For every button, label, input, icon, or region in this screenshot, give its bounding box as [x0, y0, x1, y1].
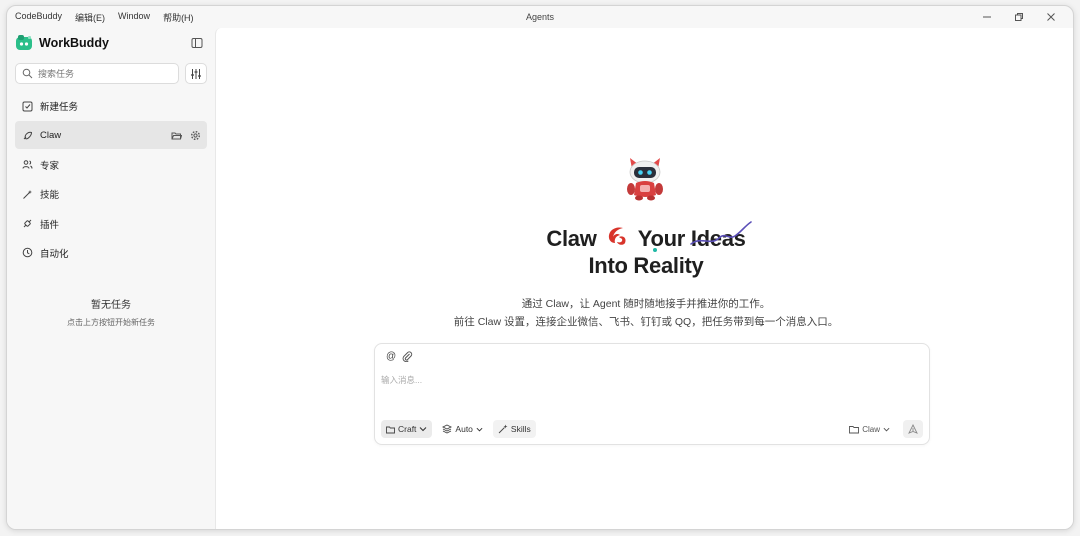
sidebar-item-plugins[interactable]: 插件: [15, 210, 207, 238]
hero-description-1: 通过 Claw，让 Agent 随时随地接手并推进你的工作。: [521, 298, 771, 310]
search-icon: [22, 68, 33, 79]
minimize-button[interactable]: [971, 6, 1003, 28]
restore-icon: [1015, 13, 1023, 21]
search-box[interactable]: [15, 63, 179, 84]
sidebar-item-label: 插件: [40, 219, 60, 231]
mention-button[interactable]: @: [386, 351, 396, 362]
sidebar-item-label: 新建任务: [40, 102, 79, 113]
workspace-selector[interactable]: Claw: [844, 420, 895, 438]
workspace-label: Claw: [862, 424, 880, 434]
layers-icon: [442, 424, 453, 434]
message-input[interactable]: [381, 368, 921, 392]
paperclip-icon[interactable]: [402, 351, 413, 362]
sidebar-item-new-task[interactable]: 新建任务: [15, 92, 207, 120]
hero-word-your: Your: [637, 226, 686, 251]
message-composer: @ Craft: [374, 343, 930, 445]
menu-bar: CodeBuddy 编辑(E) Window 帮助(H): [7, 11, 194, 24]
menu-item-window[interactable]: Window: [118, 11, 150, 24]
minimize-icon: [983, 16, 991, 18]
menu-item-help[interactable]: 帮助(H): [163, 11, 194, 24]
menu-item-edit[interactable]: 编辑(E): [75, 11, 105, 24]
brand-name: WorkBuddy: [39, 36, 109, 50]
mode-label: Craft: [398, 424, 417, 434]
sidebar-nav: 新建任务 Claw 专家 技能 插件 自动化: [15, 92, 207, 268]
hero-word-claw: Claw: [546, 226, 597, 251]
folder-icon: [386, 426, 395, 433]
sidebar-item-label: Claw: [40, 129, 62, 141]
edit-square-icon: [22, 101, 33, 111]
app-window: CodeBuddy 编辑(E) Window 帮助(H) Agents Work…: [6, 5, 1074, 530]
skills-button[interactable]: Skills: [492, 420, 536, 438]
folder-icon: [849, 425, 860, 433]
magic-wand-icon: [23, 189, 32, 199]
empty-state-title: 暂无任务: [91, 300, 131, 311]
gear-icon[interactable]: [190, 130, 201, 141]
claw-item-actions: [171, 121, 201, 149]
skills-label: Skills: [510, 424, 531, 434]
magic-wand-icon: [498, 424, 508, 434]
sidebar-item-label: 技能: [40, 190, 60, 202]
hero-headline-line1: Claw Your Ideas: [216, 221, 1073, 252]
hero-description-2: 前往 Claw 设置，连接企业微信、飞书、钉钉或 QQ，把任务带到每一个消息入口…: [453, 316, 839, 328]
sidebar-item-label: 专家: [40, 160, 60, 172]
mode-selector[interactable]: Craft: [381, 420, 433, 438]
hero-word-ideas: Ideas: [690, 226, 746, 251]
robot-cat-mascot-icon: [627, 158, 663, 201]
composer-toolbar-bottom: Craft Auto Skills: [381, 420, 536, 438]
sidebar-item-label: 自动化: [40, 248, 69, 260]
model-label: Auto: [455, 424, 473, 434]
sidebar: WorkBuddy 搜索任务 新建任务 Claw 专家 技能 插件 自动化 暂无…: [7, 28, 215, 529]
empty-state-hint: 点击上方按钮开始新任务: [67, 318, 155, 327]
title-bar: CodeBuddy 编辑(E) Window 帮助(H) Agents: [7, 6, 1073, 28]
close-icon: [1047, 13, 1055, 21]
hero-ideas-wrap: Ideas: [690, 221, 752, 252]
sidebar-panel-icon: [191, 38, 203, 48]
composer-toolbar-top: @: [386, 351, 413, 362]
users-icon: [22, 160, 33, 169]
search-input[interactable]: [38, 68, 168, 79]
restore-button[interactable]: [1003, 6, 1035, 28]
sidebar-item-skills[interactable]: 技能: [15, 180, 207, 208]
claw-pen-icon: [23, 131, 33, 140]
hero-headline-line2: Into Reality: [588, 253, 704, 278]
folder-open-icon[interactable]: [171, 130, 182, 141]
empty-state: 暂无任务 点击上方按钮开始新任务: [7, 296, 215, 328]
close-window-button[interactable]: [1035, 6, 1067, 28]
model-selector[interactable]: Auto: [437, 420, 488, 438]
chevron-down-icon: [883, 427, 890, 431]
brand: WorkBuddy: [15, 34, 109, 52]
menu-item-codebuddy[interactable]: CodeBuddy: [15, 11, 62, 24]
workbuddy-logo-icon: [16, 35, 32, 50]
send-icon: [908, 424, 918, 434]
chevron-down-icon: [420, 427, 427, 432]
clock-icon: [22, 248, 33, 258]
window-controls: [971, 6, 1067, 28]
composer-toolbar-right: Claw: [844, 420, 923, 438]
sidebar-item-experts[interactable]: 专家: [15, 151, 207, 179]
send-button[interactable]: [903, 420, 923, 438]
main-panel: Claw Your Ideas Into Reality 通过 Claw，让 A…: [215, 28, 1073, 529]
sidebar-item-automation[interactable]: 自动化: [15, 239, 207, 267]
chevron-down-icon: [476, 427, 483, 431]
sidebar-toggle-button[interactable]: [191, 36, 205, 50]
sidebar-item-claw[interactable]: Claw: [15, 121, 207, 150]
sliders-icon: [191, 68, 201, 79]
accent-dot: [653, 248, 657, 252]
filter-button[interactable]: [185, 63, 207, 84]
plug-icon: [23, 219, 32, 228]
claw-logo-icon: [609, 227, 626, 245]
